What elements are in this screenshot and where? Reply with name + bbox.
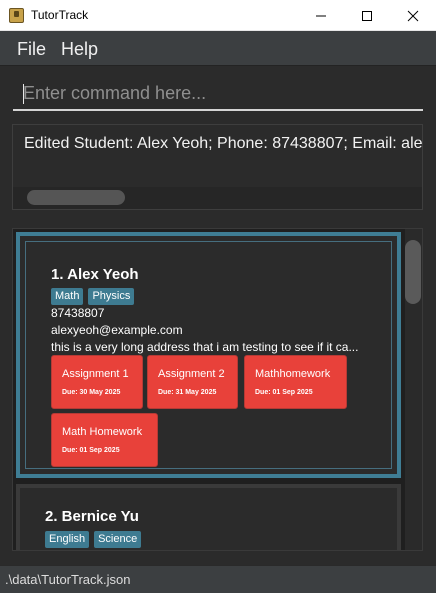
student-name: 2. Bernice Yu	[45, 508, 139, 525]
student-card[interactable]: 2. Bernice Yu English Science 99272758	[16, 484, 401, 550]
assignment-due: Due: 30 May 2025	[62, 389, 121, 396]
app-icon	[9, 8, 24, 23]
list-scroll-thumb[interactable]	[405, 240, 421, 304]
card-inner-border: 1. Alex Yeoh Math Physics 87438807 alexy…	[25, 241, 392, 469]
text-caret	[23, 84, 24, 104]
tag-list: Math Physics	[51, 288, 135, 305]
close-icon	[407, 10, 419, 22]
assignment-card[interactable]: Assignment 2 Due: 31 May 2025	[147, 355, 238, 409]
student-name: 1. Alex Yeoh	[51, 266, 139, 283]
tag: Science	[94, 531, 142, 548]
minimize-button[interactable]	[298, 0, 344, 31]
menu-bar: File Help	[0, 31, 436, 66]
assignment-card[interactable]: Assignment 1 Due: 30 May 2025	[51, 355, 143, 409]
tag: Math	[51, 288, 84, 305]
result-scroll-thumb[interactable]	[27, 190, 125, 205]
close-button[interactable]	[390, 0, 436, 31]
student-phone: 87438807	[51, 306, 105, 320]
student-card-selected[interactable]: 1. Alex Yeoh Math Physics 87438807 alexy…	[16, 232, 401, 478]
student-address: this is a very long address that i am te…	[51, 340, 359, 354]
window-title: TutorTrack	[31, 8, 89, 22]
assignment-name: Math Homework	[62, 426, 143, 438]
status-bar: .\data\TutorTrack.json	[0, 565, 436, 593]
student-phone: 99272758	[45, 549, 98, 550]
tag: English	[45, 531, 90, 548]
menu-help[interactable]: Help	[61, 39, 98, 60]
maximize-button[interactable]	[344, 0, 390, 31]
list-vertical-scrollbar[interactable]	[405, 229, 422, 550]
assignment-due: Due: 01 Sep 2025	[255, 389, 313, 396]
save-location: .\data\TutorTrack.json	[5, 572, 131, 587]
title-bar: TutorTrack	[0, 0, 436, 31]
assignment-due: Due: 01 Sep 2025	[62, 447, 120, 454]
tag-list: English Science	[45, 531, 142, 548]
assignment-card[interactable]: Math Homework Due: 01 Sep 2025	[51, 413, 158, 467]
assignment-name: Assignment 2	[158, 368, 225, 380]
assignment-card[interactable]: Mathhomework Due: 01 Sep 2025	[244, 355, 347, 409]
student-email: alexyeoh@example.com	[51, 323, 183, 337]
result-text: Edited Student: Alex Yeoh; Phone: 874388…	[24, 135, 423, 152]
maximize-icon	[362, 11, 372, 21]
assignment-due: Due: 31 May 2025	[158, 389, 217, 396]
result-display: Edited Student: Alex Yeoh; Phone: 874388…	[12, 124, 423, 210]
student-list: 1. Alex Yeoh Math Physics 87438807 alexy…	[12, 228, 423, 551]
assignment-name: Mathhomework	[255, 368, 331, 380]
tag: Physics	[88, 288, 135, 305]
menu-file[interactable]: File	[17, 39, 46, 60]
command-box	[13, 75, 423, 111]
minimize-icon	[316, 15, 326, 17]
command-input[interactable]	[23, 80, 418, 106]
command-area	[0, 67, 436, 119]
assignment-name: Assignment 1	[62, 368, 129, 380]
result-horizontal-scrollbar[interactable]	[13, 187, 422, 209]
